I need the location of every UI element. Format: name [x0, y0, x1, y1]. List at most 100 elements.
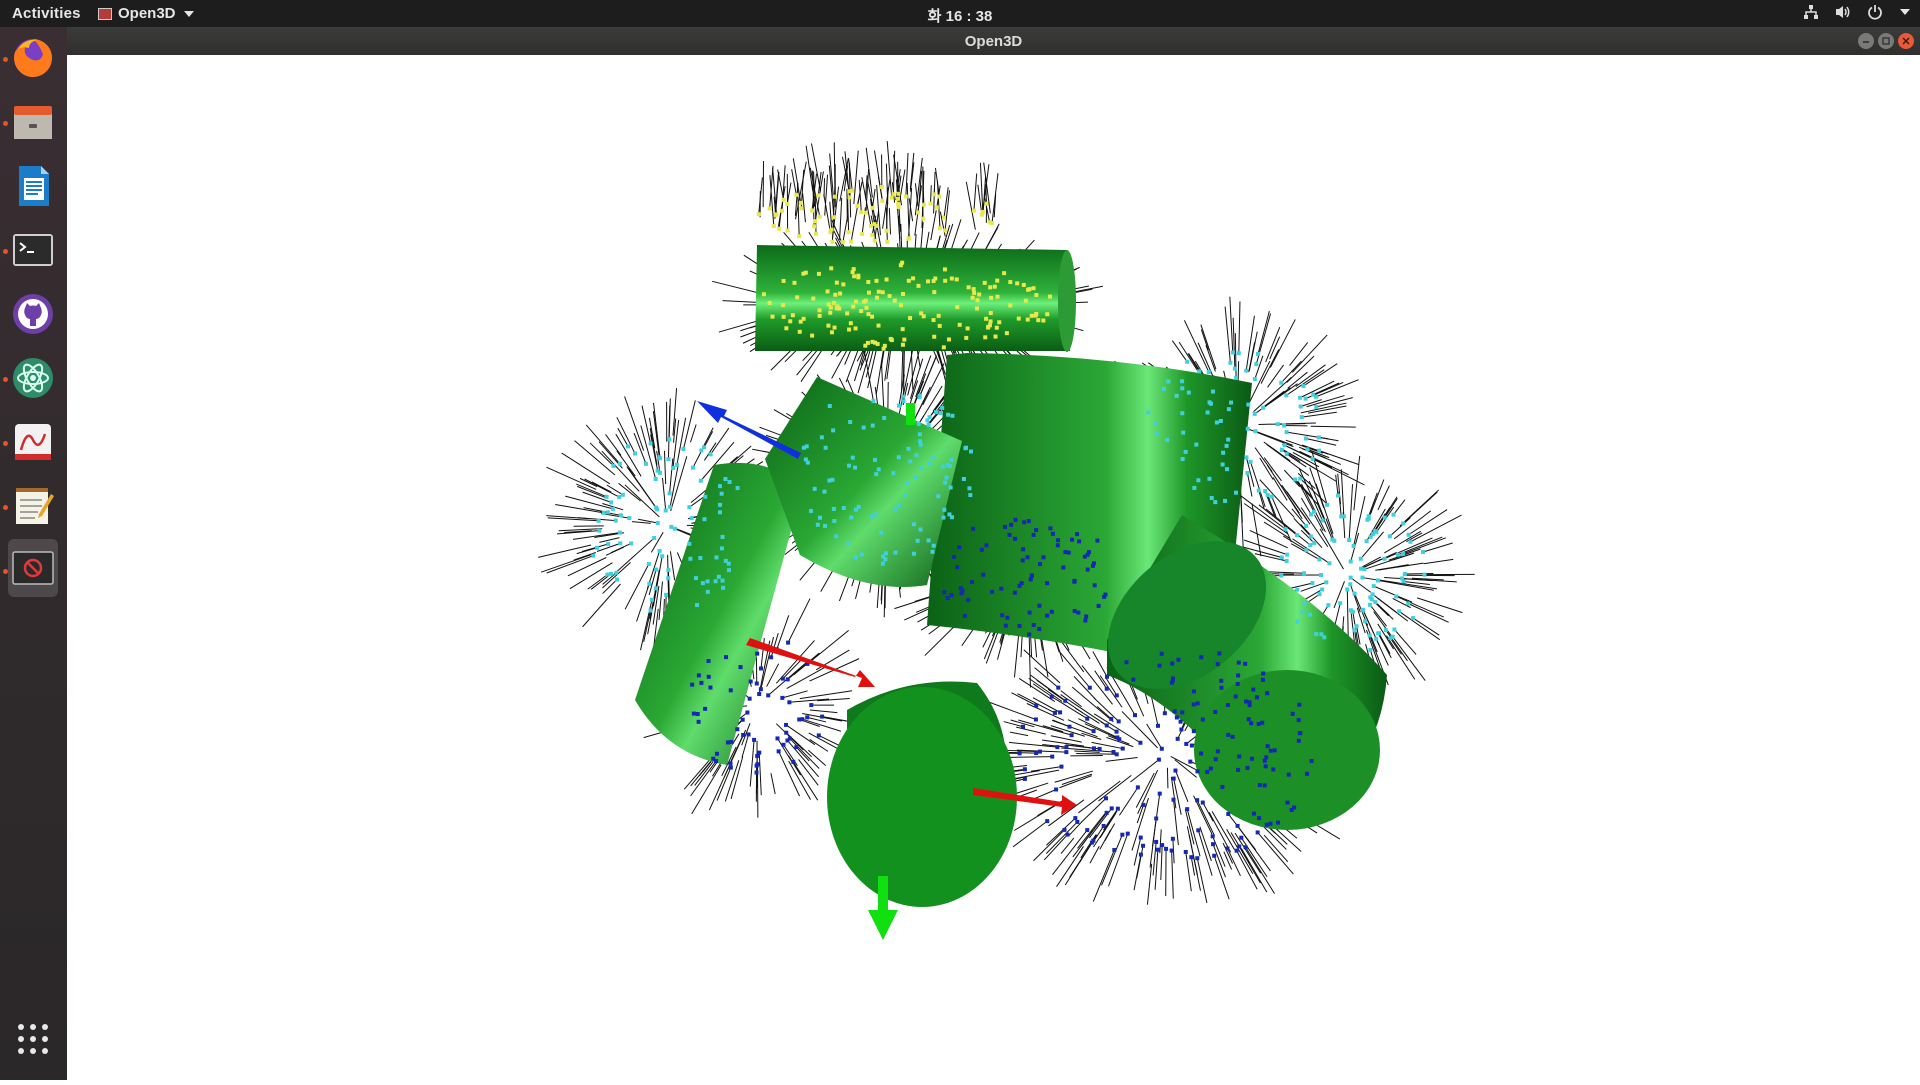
normal-line: [588, 575, 608, 589]
point-marker: [908, 316, 912, 320]
normal-line: [617, 417, 635, 453]
point-marker: [1260, 721, 1264, 725]
point-marker: [1383, 557, 1387, 561]
point-marker: [995, 279, 999, 283]
normal-line: [625, 397, 644, 451]
dock-item-terminal[interactable]: [8, 225, 58, 275]
normal-line: [1051, 736, 1082, 742]
point-marker: [1172, 798, 1176, 802]
point-marker: [1034, 717, 1038, 721]
dock-item-atom[interactable]: [8, 353, 58, 403]
normal-line: [1017, 694, 1055, 713]
point-marker: [1368, 648, 1372, 652]
point-marker: [781, 677, 785, 681]
open3d-viewport[interactable]: [67, 55, 1920, 1080]
point-marker: [1268, 822, 1272, 826]
normal-line: [619, 483, 641, 501]
normal-line: [541, 555, 591, 573]
point-marker: [801, 272, 805, 276]
normal-line: [1050, 696, 1087, 719]
point-marker: [833, 195, 837, 199]
point-marker: [1339, 515, 1343, 519]
point-marker: [1229, 401, 1233, 405]
point-marker: [1045, 614, 1049, 618]
normal-line: [1078, 781, 1120, 813]
point-marker: [899, 303, 903, 307]
normal-line: [704, 443, 716, 461]
point-marker: [842, 506, 846, 510]
dock-item-github[interactable]: [8, 289, 58, 339]
normal-line: [641, 600, 652, 650]
maximize-button[interactable]: [1878, 33, 1894, 49]
point-marker: [820, 715, 824, 719]
point-marker: [1220, 785, 1224, 789]
point-marker: [1184, 850, 1188, 854]
dock-item-writer[interactable]: [8, 161, 58, 211]
point-marker: [1226, 812, 1230, 816]
normal-line: [1266, 572, 1304, 574]
clock[interactable]: 화 16 : 38: [0, 5, 1920, 26]
point-marker: [1048, 295, 1052, 299]
point-marker: [1245, 471, 1249, 475]
point-marker: [1244, 369, 1248, 373]
point-marker: [885, 278, 889, 282]
dock-item-firefox[interactable]: [8, 33, 58, 83]
point-marker: [1309, 535, 1313, 539]
point-marker: [666, 457, 670, 461]
point-marker: [897, 455, 901, 459]
point-marker: [931, 456, 935, 460]
point-marker: [711, 757, 715, 761]
normal-line: [1251, 462, 1266, 507]
point-marker: [759, 666, 763, 670]
point-marker: [901, 343, 905, 347]
normal-line: [840, 198, 842, 240]
point-marker: [1391, 635, 1395, 639]
point-marker: [810, 334, 814, 338]
point-marker: [1121, 747, 1125, 751]
dock-item-files[interactable]: [8, 97, 58, 147]
point-marker: [1276, 821, 1280, 825]
point-marker: [927, 538, 931, 542]
minimize-button[interactable]: [1858, 33, 1874, 49]
normal-line: [800, 691, 852, 699]
window-titlebar[interactable]: Open3D: [67, 27, 1920, 55]
normal-line: [691, 761, 716, 796]
show-applications-button[interactable]: [13, 1019, 53, 1059]
normal-line: [1092, 742, 1123, 748]
point-marker: [816, 523, 820, 527]
point-marker: [766, 693, 770, 697]
point-marker: [618, 541, 622, 545]
normal-line: [934, 186, 935, 214]
point-marker: [1237, 351, 1241, 355]
point-marker: [1195, 798, 1199, 802]
normal-line: [690, 425, 696, 443]
dock-item-open3d[interactable]: [8, 539, 58, 597]
point-marker: [721, 535, 725, 539]
close-button[interactable]: [1898, 33, 1914, 49]
point-marker: [780, 209, 784, 213]
point-marker: [724, 655, 728, 659]
point-marker: [1002, 271, 1006, 275]
point-marker: [656, 521, 660, 525]
close-icon: [1902, 37, 1910, 45]
point-marker: [633, 452, 637, 456]
dock-item-text-editor[interactable]: [8, 481, 58, 531]
dock-item-pdf-viewer[interactable]: [8, 417, 58, 467]
normal-line: [683, 400, 695, 449]
point-marker: [1105, 687, 1109, 691]
point-marker: [615, 578, 619, 582]
point-marker: [1088, 686, 1092, 690]
point-marker: [658, 549, 662, 553]
point-marker: [984, 202, 988, 206]
point-marker: [703, 517, 707, 521]
point-marker: [1236, 682, 1240, 686]
normal-line: [1184, 320, 1208, 372]
point-marker: [697, 720, 701, 724]
system-tray[interactable]: [1802, 3, 1910, 21]
point-marker: [739, 665, 743, 669]
point-marker: [1155, 432, 1159, 436]
point-marker: [787, 700, 791, 704]
point-marker: [833, 293, 837, 297]
point-marker: [902, 399, 906, 403]
point-marker: [1157, 664, 1161, 668]
